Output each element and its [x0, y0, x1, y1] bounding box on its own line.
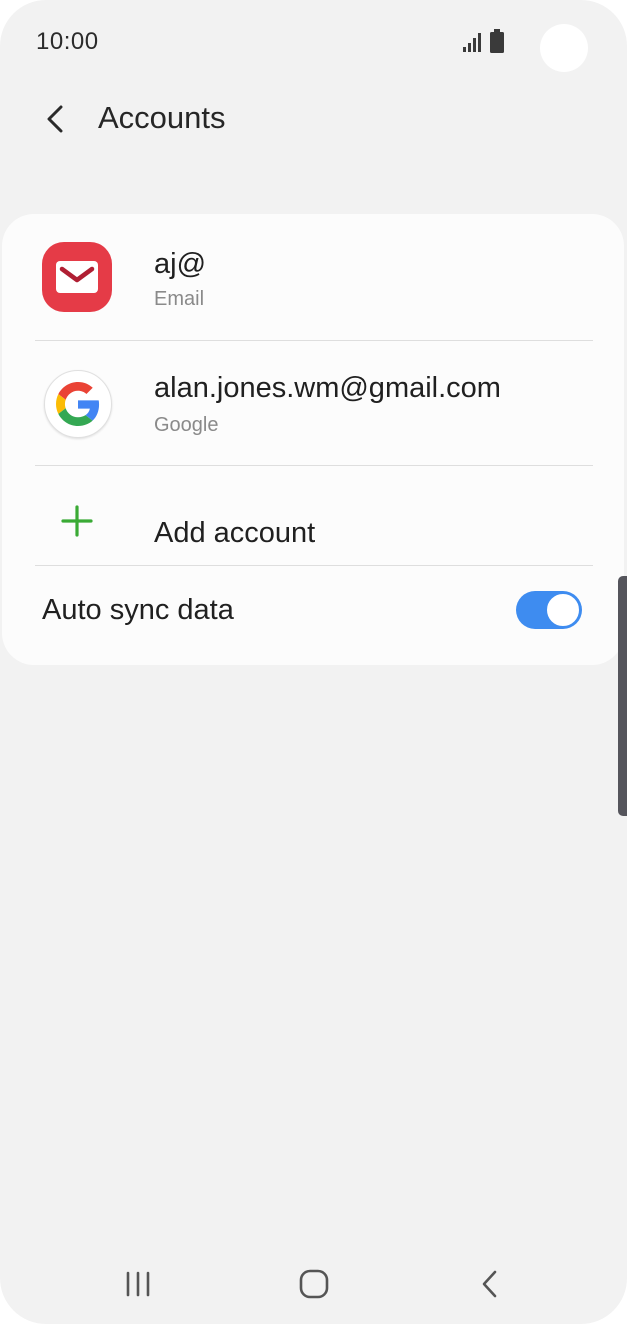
accounts-card: aj@ Email alan.jones.wm@gmail.com Google…: [2, 214, 624, 665]
account-title: aj@: [154, 248, 207, 280]
google-g-icon: [56, 382, 100, 426]
phone-screen: 10:00 Accounts aj@ Email alan.jones.wm@g…: [0, 0, 627, 1324]
google-icon: [44, 370, 112, 438]
battery-icon: [490, 29, 504, 53]
chevron-left-icon: [47, 105, 63, 133]
divider: [35, 565, 593, 566]
toggle-knob: [545, 592, 581, 628]
navigation-bar: [0, 1244, 627, 1324]
account-row-email[interactable]: aj@ Email: [2, 214, 624, 340]
recent-apps-button[interactable]: [93, 1244, 183, 1324]
camera-cutout: [540, 24, 588, 72]
plus-icon: [61, 505, 93, 537]
back-button[interactable]: [30, 94, 80, 144]
auto-sync-toggle[interactable]: [516, 591, 582, 629]
page-title: Accounts: [98, 100, 226, 135]
app-bar: Accounts: [0, 84, 627, 154]
status-bar: 10:00: [0, 0, 627, 84]
account-type: Email: [154, 288, 205, 310]
back-icon: [482, 1270, 497, 1298]
nav-back-button[interactable]: [445, 1244, 535, 1324]
account-type: Google: [154, 414, 219, 436]
signal-icon: [463, 33, 481, 52]
add-account-button[interactable]: Add account: [2, 466, 624, 565]
account-title: alan.jones.wm@gmail.com: [154, 372, 501, 404]
auto-sync-label: Auto sync data: [42, 594, 234, 626]
home-button[interactable]: [269, 1244, 359, 1324]
home-icon: [299, 1269, 329, 1299]
add-account-label: Add account: [154, 517, 316, 549]
envelope-icon: [56, 261, 98, 293]
email-app-icon: [42, 242, 112, 312]
scroll-indicator[interactable]: [618, 576, 627, 816]
status-time: 10:00: [36, 28, 99, 55]
recent-apps-icon: [126, 1271, 150, 1297]
